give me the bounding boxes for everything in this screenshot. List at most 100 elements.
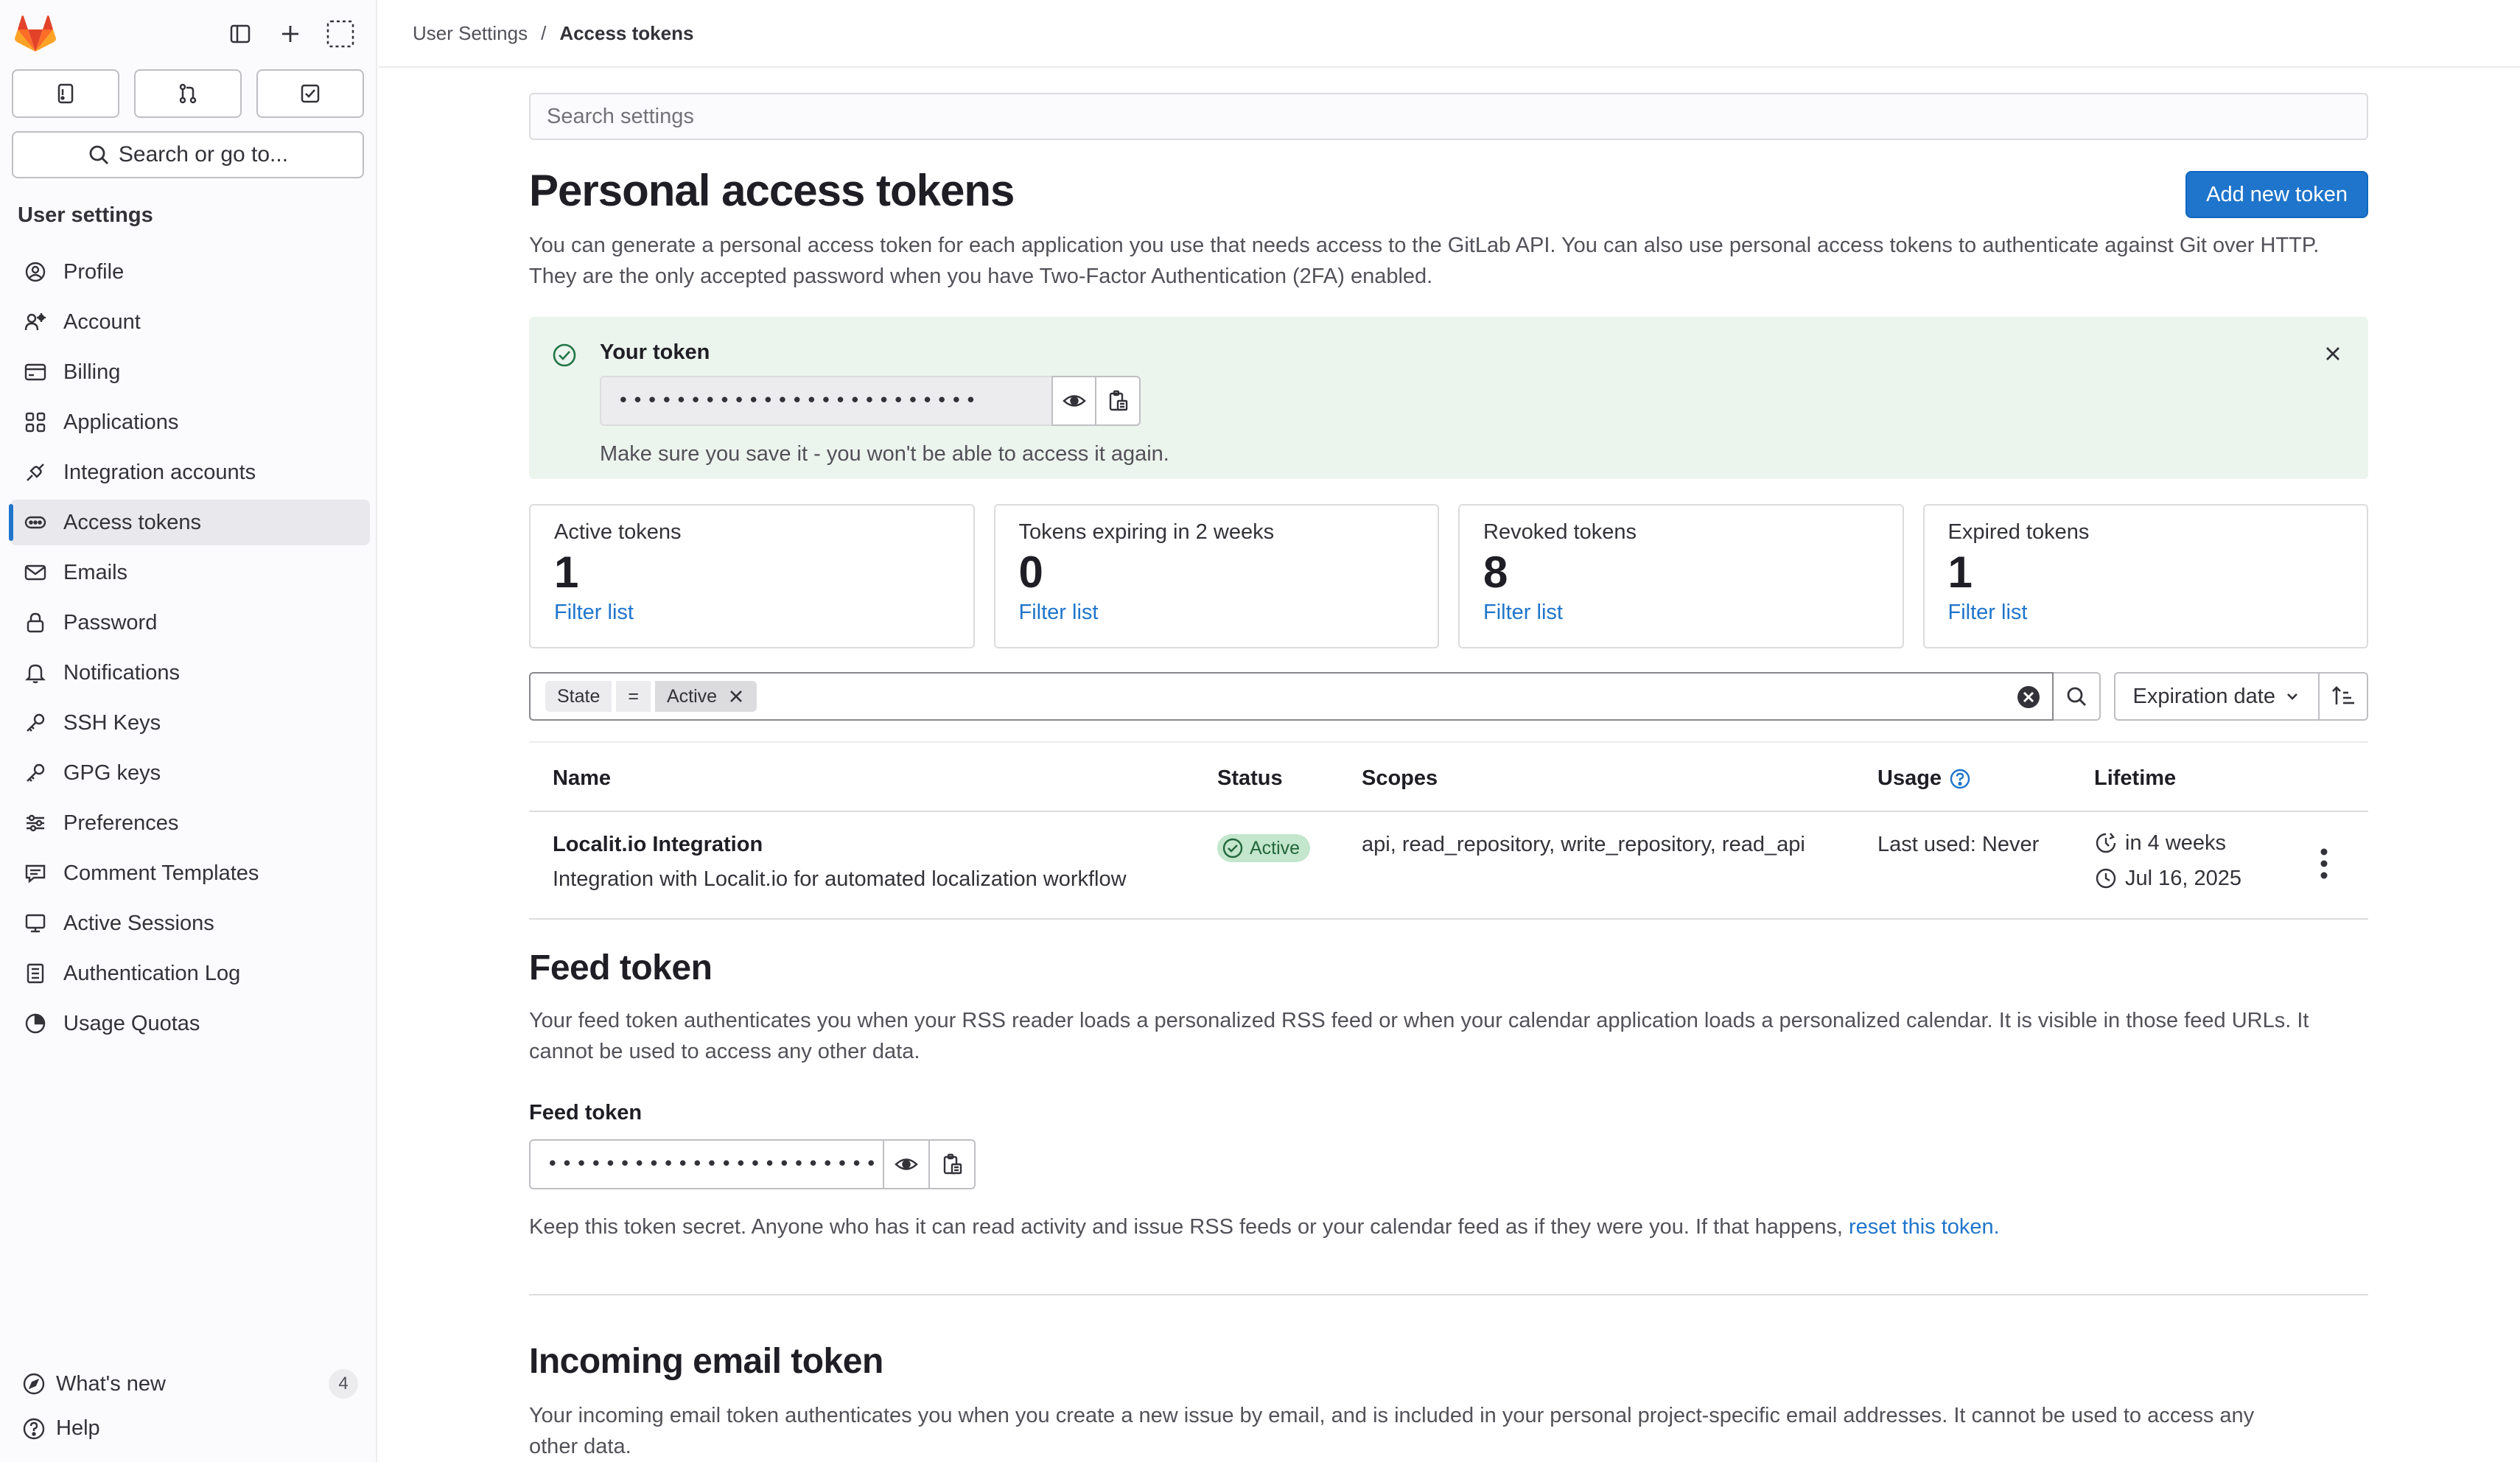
issues-icon [57, 83, 74, 104]
gitlab-logo-icon[interactable] [15, 15, 56, 53]
sort-ascending-icon [2332, 686, 2355, 704]
sidebar-item-billing[interactable]: Billing [10, 349, 370, 395]
stat-value: 8 [1483, 548, 1508, 597]
more-actions-icon[interactable] [2320, 847, 2328, 880]
search-submit-button[interactable] [2053, 672, 2101, 721]
sidebar-item-preferences[interactable]: Preferences [10, 800, 370, 846]
search-or-go-button[interactable]: Search or go to... [12, 131, 364, 178]
sidebar-item-comment-templates[interactable]: Comment Templates [10, 850, 370, 896]
feed-token-label: Feed token [529, 1101, 643, 1125]
column-header-usage[interactable]: Usage [1877, 766, 1971, 791]
stat-card-expiring: Tokens expiring in 2 weeks 0 Filter list [993, 504, 1439, 648]
help-label: Help [56, 1416, 100, 1440]
filter-list-link[interactable]: Filter list [1019, 601, 1415, 625]
column-header-usage-label: Usage [1877, 766, 1942, 790]
sidebar-item-password[interactable]: Password [10, 600, 370, 646]
filter-value-label: Active [666, 685, 718, 707]
sidebar-item-integration-accounts[interactable]: Integration accounts [10, 450, 370, 495]
merge-request-icon [179, 83, 197, 104]
sidebar-item-access-tokens[interactable]: Access tokens [9, 500, 370, 545]
new-token-value[interactable]: ••••••••••••••••••••••••• [600, 376, 1053, 426]
sidebar-item-ssh-keys[interactable]: SSH Keys [10, 700, 370, 746]
sidebar-item-applications[interactable]: Applications [10, 399, 370, 445]
whats-new-button[interactable]: What's new 4 [22, 1369, 358, 1399]
quota-icon [25, 1013, 46, 1034]
breadcrumb-separator: / [541, 22, 547, 44]
close-icon[interactable] [2320, 340, 2346, 367]
issues-shortcut[interactable] [12, 69, 119, 118]
billing-icon [24, 363, 46, 381]
stat-value: 1 [554, 548, 579, 597]
check-circle-icon [553, 343, 576, 367]
help-circle-icon[interactable] [1949, 768, 1971, 790]
stat-label: Tokens expiring in 2 weeks [1018, 520, 1275, 544]
sidebar-item-authentication-log[interactable]: Authentication Log [10, 951, 370, 996]
sidebar-shortcuts [12, 69, 364, 118]
add-new-token-button[interactable]: Add new token [2185, 171, 2368, 218]
stat-label: Revoked tokens [1483, 520, 1637, 544]
status-badge-label: Active [1250, 837, 1301, 858]
filtered-search-input[interactable]: State = Active [529, 672, 2054, 721]
filter-list-link[interactable]: Filter list [1948, 601, 2344, 625]
sidebar-item-profile[interactable]: Profile [10, 249, 370, 295]
remove-filter-icon[interactable] [727, 688, 745, 705]
reset-token-link[interactable]: reset this token [1849, 1215, 1994, 1239]
sidebar-item-label: Active Sessions [63, 911, 214, 935]
stat-card-revoked: Revoked tokens 8 Filter list [1458, 504, 1904, 648]
sort-dropdown[interactable]: Expiration date [2113, 672, 2320, 721]
sort-dropdown-label: Expiration date [2132, 684, 2275, 708]
key-icon [27, 763, 45, 782]
token-usage: Last used: Never [1877, 833, 2040, 856]
reveal-feed-token-button[interactable] [883, 1139, 930, 1189]
column-header-name[interactable]: Name [553, 766, 611, 791]
alert-note: Make sure you save it - you won't be abl… [600, 442, 1169, 466]
sidebar-item-emails[interactable]: Emails [10, 550, 370, 595]
copy-token-button[interactable] [1095, 376, 1141, 426]
key-icon [27, 713, 45, 732]
sidebar-item-label: SSH Keys [63, 710, 161, 735]
top-bar: User Settings / Access tokens [379, 0, 2520, 68]
sidebar-item-account[interactable]: Account [10, 299, 370, 345]
sidebar-item-usage-quotas[interactable]: Usage Quotas [10, 1001, 370, 1046]
breadcrumb-parent-link[interactable]: User Settings [413, 22, 528, 45]
copy-clipboard-icon [943, 1153, 962, 1175]
sidebar-item-active-sessions[interactable]: Active Sessions [10, 900, 370, 946]
sort-direction-button[interactable] [2320, 672, 2368, 721]
feed-token-note: Keep this token secret. Anyone who has i… [529, 1211, 2368, 1242]
search-settings-input[interactable]: Search settings [529, 93, 2368, 140]
copy-feed-token-button[interactable] [928, 1139, 976, 1189]
todos-shortcut[interactable] [256, 69, 364, 118]
column-header-lifetime[interactable]: Lifetime [2094, 766, 2176, 791]
filter-list-link[interactable]: Filter list [554, 601, 950, 625]
filter-value-chip[interactable]: Active [654, 681, 757, 712]
breadcrumb-current[interactable]: Access tokens [559, 22, 693, 45]
admin-area-icon[interactable] [323, 16, 358, 52]
reveal-token-button[interactable] [1051, 376, 1097, 426]
token-name-cell: Localit.io Integration Integration with … [553, 833, 1127, 892]
filter-list-link[interactable]: Filter list [1483, 601, 1879, 625]
sidebar-item-label: Applications [63, 410, 179, 434]
filter-field-chip[interactable]: State [545, 681, 612, 712]
token-lifetime-cell: in 4 weeks Jul 16, 2025 [2094, 825, 2241, 896]
feed-token-value[interactable]: ••••••••••••••••••••••••• [529, 1139, 884, 1189]
merge-requests-shortcut[interactable] [134, 69, 242, 118]
help-button[interactable]: Help [22, 1416, 358, 1441]
stat-value: 0 [1018, 548, 1043, 597]
sidebar-item-label: Access tokens [63, 510, 201, 534]
clock-refresh-icon [2096, 833, 2116, 853]
token-icon [24, 516, 46, 529]
clear-search-icon[interactable] [2015, 684, 2042, 710]
create-new-icon[interactable] [273, 16, 308, 52]
copy-clipboard-icon [1110, 390, 1128, 411]
filter-bar: State = Active Expiration date [529, 672, 2368, 721]
token-description: Integration with Localit.io for automate… [553, 867, 1127, 891]
sidebar-item-label: Emails [63, 560, 128, 584]
filter-operator-chip[interactable]: = [616, 681, 651, 712]
sidebar-item-gpg-keys[interactable]: GPG keys [10, 750, 370, 796]
toggle-sidebar-icon[interactable] [223, 16, 258, 52]
column-header-scopes[interactable]: Scopes [1362, 766, 1438, 791]
column-header-status[interactable]: Status [1217, 766, 1283, 791]
sidebar-item-notifications[interactable]: Notifications [10, 650, 370, 696]
table-header: Name Status Scopes Usage Lifetime [529, 741, 2368, 812]
stat-card-expired: Expired tokens 1 Filter list [1922, 504, 2368, 648]
